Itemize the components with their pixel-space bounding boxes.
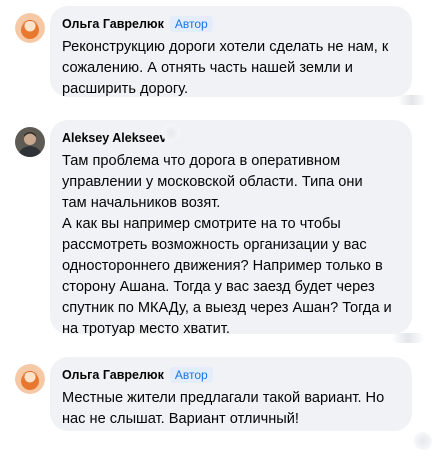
comment-text: Местные жители предлагали такой вариант.… xyxy=(62,390,385,427)
orange-avatar-icon xyxy=(15,364,45,394)
reaction-placeholder xyxy=(398,95,426,105)
comment-author[interactable]: Aleksey Alekseev xyxy=(62,131,166,145)
blurred-icon xyxy=(414,432,432,450)
comment-bubble: Ольга Гаврелюк Автор Реконструкцию дорог… xyxy=(50,6,412,97)
avatar-olga[interactable] xyxy=(15,364,45,394)
comment-text: Там проблема что дорога в оперативном уп… xyxy=(62,153,392,337)
avatar-aleksey[interactable] xyxy=(15,127,45,157)
reaction-placeholder xyxy=(392,333,424,343)
author-badge: Автор xyxy=(169,16,213,32)
comment-author[interactable]: Ольга Гаврелюк xyxy=(62,368,164,382)
orange-avatar-icon xyxy=(15,13,45,43)
comment-bubble: Ольга Гаврелюк Автор Местные жители пред… xyxy=(50,357,412,431)
avatar-olga[interactable] xyxy=(15,13,45,43)
author-badge: Автор xyxy=(169,367,213,383)
comment-author[interactable]: Ольга Гаврелюк xyxy=(62,17,164,31)
blurred-icon xyxy=(162,124,180,142)
comment-text: Реконструкцию дороги хотели сделать не н… xyxy=(62,39,389,97)
male-photo-avatar-icon xyxy=(15,127,45,157)
comment-bubble: Aleksey Alekseev Там проблема что дорога… xyxy=(50,120,412,337)
